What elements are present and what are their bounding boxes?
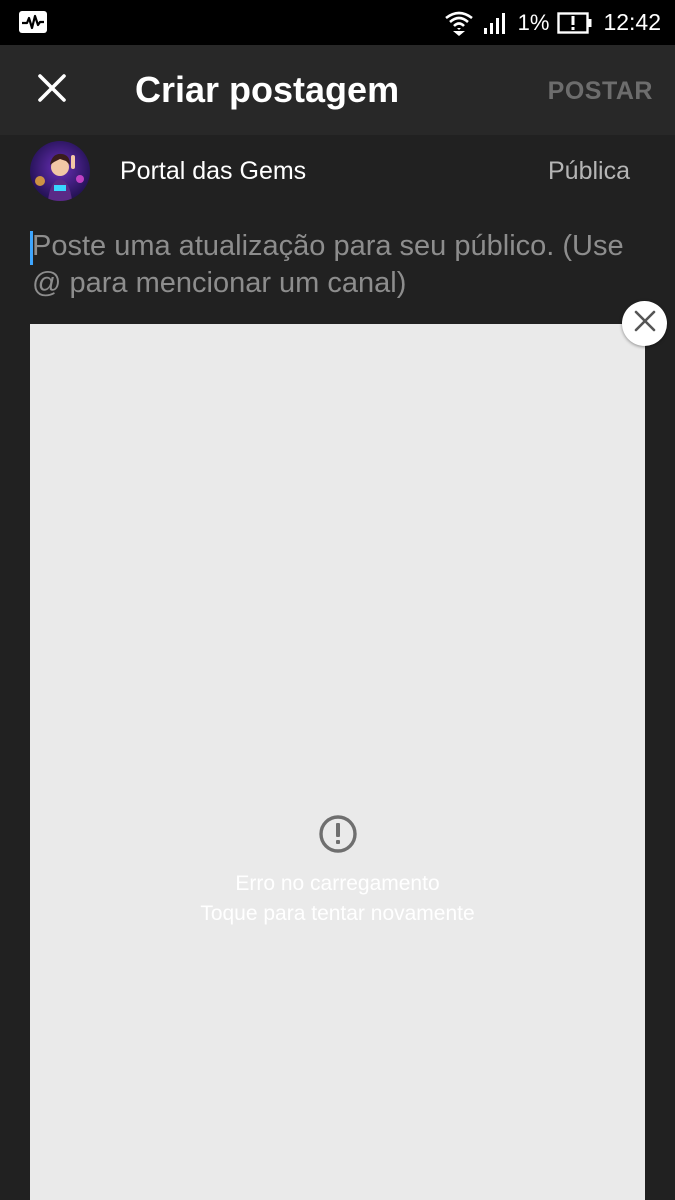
status-icons: 1% 12:42 — [444, 0, 661, 45]
image-attachment[interactable]: Erro no carregamento Toque para tentar n… — [30, 324, 645, 1200]
retry-text[interactable]: Toque para tentar novamente — [30, 899, 645, 929]
visibility-selector[interactable]: Pública — [548, 157, 630, 186]
text-cursor — [30, 231, 33, 265]
remove-image-button[interactable] — [622, 301, 667, 346]
close-icon — [37, 73, 67, 108]
wifi-icon — [444, 9, 474, 37]
signal-icon — [482, 11, 510, 35]
channel-name: Portal das Gems — [120, 157, 307, 185]
load-error[interactable]: Erro no carregamento Toque para tentar n… — [30, 814, 645, 929]
create-post-screen: 1% 12:42 Criar postagem POSTAR Portal da… — [0, 0, 675, 1200]
clock: 12:42 — [603, 9, 661, 35]
error-circle-icon — [318, 814, 358, 854]
battery-alert-icon — [557, 11, 593, 34]
app-bar: Criar postagem POSTAR — [0, 45, 675, 135]
post-text-input[interactable] — [30, 228, 652, 308]
avatar[interactable] — [30, 141, 90, 201]
close-icon — [633, 309, 657, 338]
activity-monitor-icon — [18, 10, 48, 34]
page-title: Criar postagem — [135, 69, 400, 110]
close-button[interactable] — [26, 64, 78, 116]
account-row: Portal das Gems Pública — [0, 135, 675, 210]
status-bar: 1% 12:42 — [0, 0, 675, 45]
post-button[interactable]: POSTAR — [548, 77, 653, 106]
battery-percent: 1% — [517, 9, 550, 35]
error-title: Erro no carregamento — [235, 872, 440, 895]
